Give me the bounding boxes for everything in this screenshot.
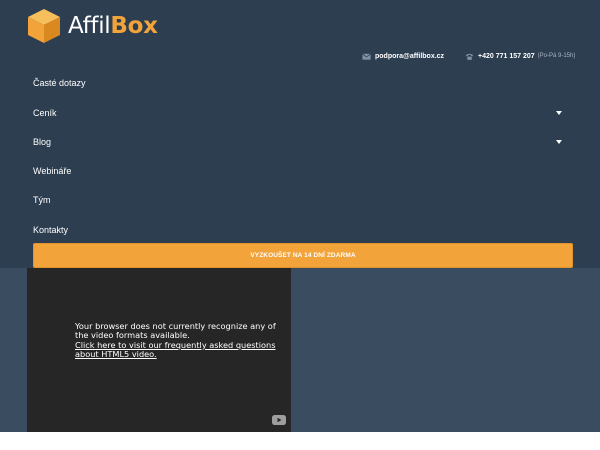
nav-item-pricing[interactable]: Ceník bbox=[33, 98, 563, 128]
page-bottom-area bbox=[0, 432, 600, 450]
support-email: podpora@affilbox.cz bbox=[375, 52, 445, 60]
caret-down-icon[interactable] bbox=[555, 110, 563, 116]
support-phone-link[interactable]: +420 771 157 207 (Po-Pá 9-15h) bbox=[465, 50, 575, 62]
video-unsupported-text: Your browser does not currently recogniz… bbox=[75, 321, 276, 341]
nav-item-blog[interactable]: Blog bbox=[33, 127, 563, 157]
free-trial-button[interactable]: VYZKOUŠET NA 14 DNÍ ZDARMA bbox=[33, 243, 573, 268]
nav-item-label: Kontakty bbox=[33, 225, 69, 235]
video-fallback-message: Your browser does not currently recogniz… bbox=[75, 321, 290, 360]
nav-item-team[interactable]: Tým bbox=[33, 185, 563, 215]
brand-name-part1: Affil bbox=[68, 13, 111, 39]
phone-icon bbox=[465, 53, 474, 60]
cube-logo-icon bbox=[28, 9, 60, 43]
nav-item-contacts[interactable]: Kontakty bbox=[33, 215, 563, 245]
nav-item-label: Tým bbox=[33, 195, 51, 205]
envelope-icon bbox=[362, 52, 371, 60]
nav-item-label: Ceník bbox=[33, 108, 57, 118]
caret-down-icon[interactable] bbox=[555, 139, 563, 145]
video-player[interactable]: Your browser does not currently recogniz… bbox=[27, 268, 291, 432]
support-phone: +420 771 157 207 bbox=[478, 52, 535, 60]
nav-item-webinars[interactable]: Webináře bbox=[33, 156, 563, 186]
youtube-icon[interactable] bbox=[272, 415, 286, 425]
nav-item-faq[interactable]: Časté dotazy bbox=[33, 68, 563, 98]
html5-video-faq-link[interactable]: Click here to visit our frequently asked… bbox=[75, 340, 290, 360]
support-hours: (Po-Pá 9-15h) bbox=[537, 53, 576, 59]
nav-item-label: Časté dotazy bbox=[33, 78, 86, 88]
brand-logo[interactable]: AffilBox bbox=[27, 8, 158, 44]
support-email-link[interactable]: podpora@affilbox.cz bbox=[362, 50, 444, 62]
brand-wordmark: AffilBox bbox=[68, 8, 158, 44]
nav-item-label: Webináře bbox=[33, 166, 72, 176]
nav-item-label: Blog bbox=[33, 137, 52, 147]
brand-name-part2: Box bbox=[110, 13, 158, 39]
